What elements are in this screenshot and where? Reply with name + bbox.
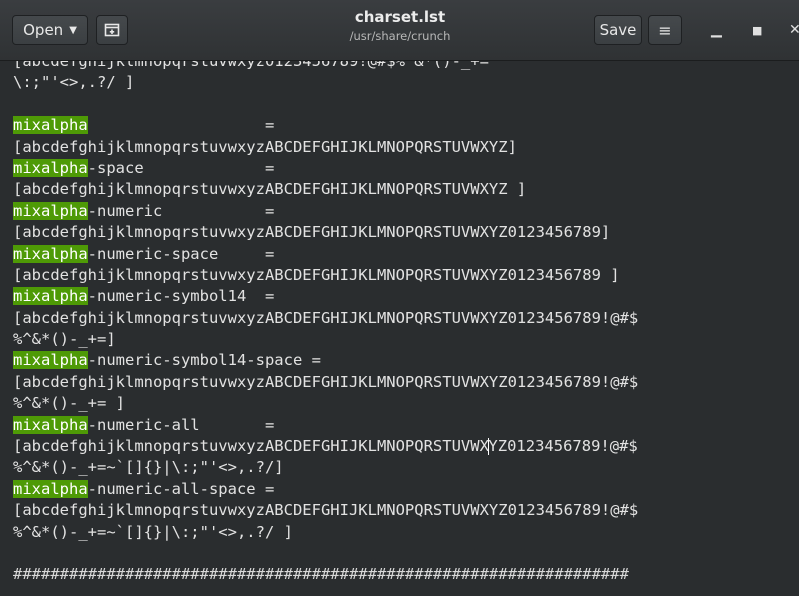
text-cursor: [487, 438, 490, 456]
editor-line: [abcdefghijklmnopqrstuvwxyzABCDEFGHIJKLM…: [13, 180, 527, 199]
maximize-button[interactable]: ■: [752, 24, 762, 37]
search-match-highlight: mixalpha: [13, 244, 88, 263]
editor-line: mixalpha-space =: [13, 158, 275, 177]
minimize-icon: ▁: [711, 22, 722, 38]
editor-line: %^&*()-_+=~`[]{}|\:;"'<>,.?/ ]: [13, 522, 293, 541]
editor-line: [abcdefghijklmnopqrstuvwxyzABCDEFGHIJKLM…: [13, 137, 517, 156]
editor-line: %^&*()-_+= ]: [13, 394, 125, 413]
close-button[interactable]: ✕: [789, 22, 799, 38]
window-subtitle: /usr/share/crunch: [349, 29, 451, 43]
open-button[interactable]: Open ▼: [12, 15, 88, 45]
editor-line: mixalpha-numeric =: [13, 201, 275, 220]
chevron-down-icon: ▼: [69, 24, 77, 36]
new-tab-icon: [104, 23, 120, 37]
editor-line: ########################################…: [13, 565, 629, 584]
save-button[interactable]: Save: [594, 15, 642, 45]
text-editor-area[interactable]: [abcdefghijklmnopqrstuvwxyz0123456789!@#…: [0, 61, 799, 596]
editor-line: mixalpha-numeric-symbol14 =: [13, 287, 275, 306]
search-match-highlight: mixalpha: [13, 415, 88, 434]
editor-line: mixalpha-numeric-all-space =: [13, 479, 275, 498]
editor-line: mixalpha =: [13, 116, 275, 135]
hamburger-menu-button[interactable]: ≡: [648, 15, 682, 45]
search-match-highlight: mixalpha: [13, 479, 88, 498]
maximize-icon: ■: [752, 24, 763, 37]
editor-line: [abcdefghijklmnopqrstuvwxyz0123456789!@#…: [13, 61, 489, 70]
search-match-highlight: mixalpha: [13, 287, 88, 306]
editor-line: \:;"'<>,.?/ ]: [13, 73, 135, 92]
editor-line: mixalpha-numeric-space =: [13, 244, 275, 263]
gedit-window: Open ▼ charset.lst /usr/share/crunch Sav…: [0, 0, 799, 596]
editor-line: mixalpha-numeric-symbol14-space =: [13, 351, 321, 370]
search-match-highlight: mixalpha: [13, 158, 88, 177]
editor-line: [abcdefghijklmnopqrstuvwxyzABCDEFGHIJKLM…: [13, 308, 639, 327]
close-icon: ✕: [789, 22, 799, 38]
editor-line: [abcdefghijklmnopqrstuvwxyzABCDEFGHIJKLM…: [13, 372, 639, 391]
new-tab-button[interactable]: [96, 15, 128, 45]
search-match-highlight: mixalpha: [13, 201, 88, 220]
editor-line: %^&*()-_+=]: [13, 330, 116, 349]
editor-line: [abcdefghijklmnopqrstuvwxyzABCDEFGHIJKLM…: [13, 265, 620, 284]
editor-lines: [abcdefghijklmnopqrstuvwxyz0123456789!@#…: [13, 61, 638, 586]
open-button-label: Open: [23, 21, 64, 39]
minimize-button[interactable]: ▁: [711, 22, 722, 38]
header-bar: Open ▼ charset.lst /usr/share/crunch Sav…: [0, 0, 799, 61]
editor-line: [abcdefghijklmnopqrstuvwxyzABCDEFGHIJKLM…: [13, 437, 638, 456]
editor-line: %^&*()-_+=~`[]{}|\:;"'<>,.?/]: [13, 458, 284, 477]
editor-line: [abcdefghijklmnopqrstuvwxyzABCDEFGHIJKLM…: [13, 223, 611, 242]
window-title: charset.lst: [354, 8, 446, 26]
window-title-area: charset.lst /usr/share/crunch: [300, 8, 500, 43]
editor-line: [abcdefghijklmnopqrstuvwxyzABCDEFGHIJKLM…: [13, 501, 639, 520]
search-match-highlight: mixalpha: [13, 351, 88, 370]
search-match-highlight: mixalpha: [13, 116, 88, 135]
editor-line: mixalpha-numeric-all =: [13, 415, 275, 434]
hamburger-menu-icon: ≡: [658, 20, 672, 40]
